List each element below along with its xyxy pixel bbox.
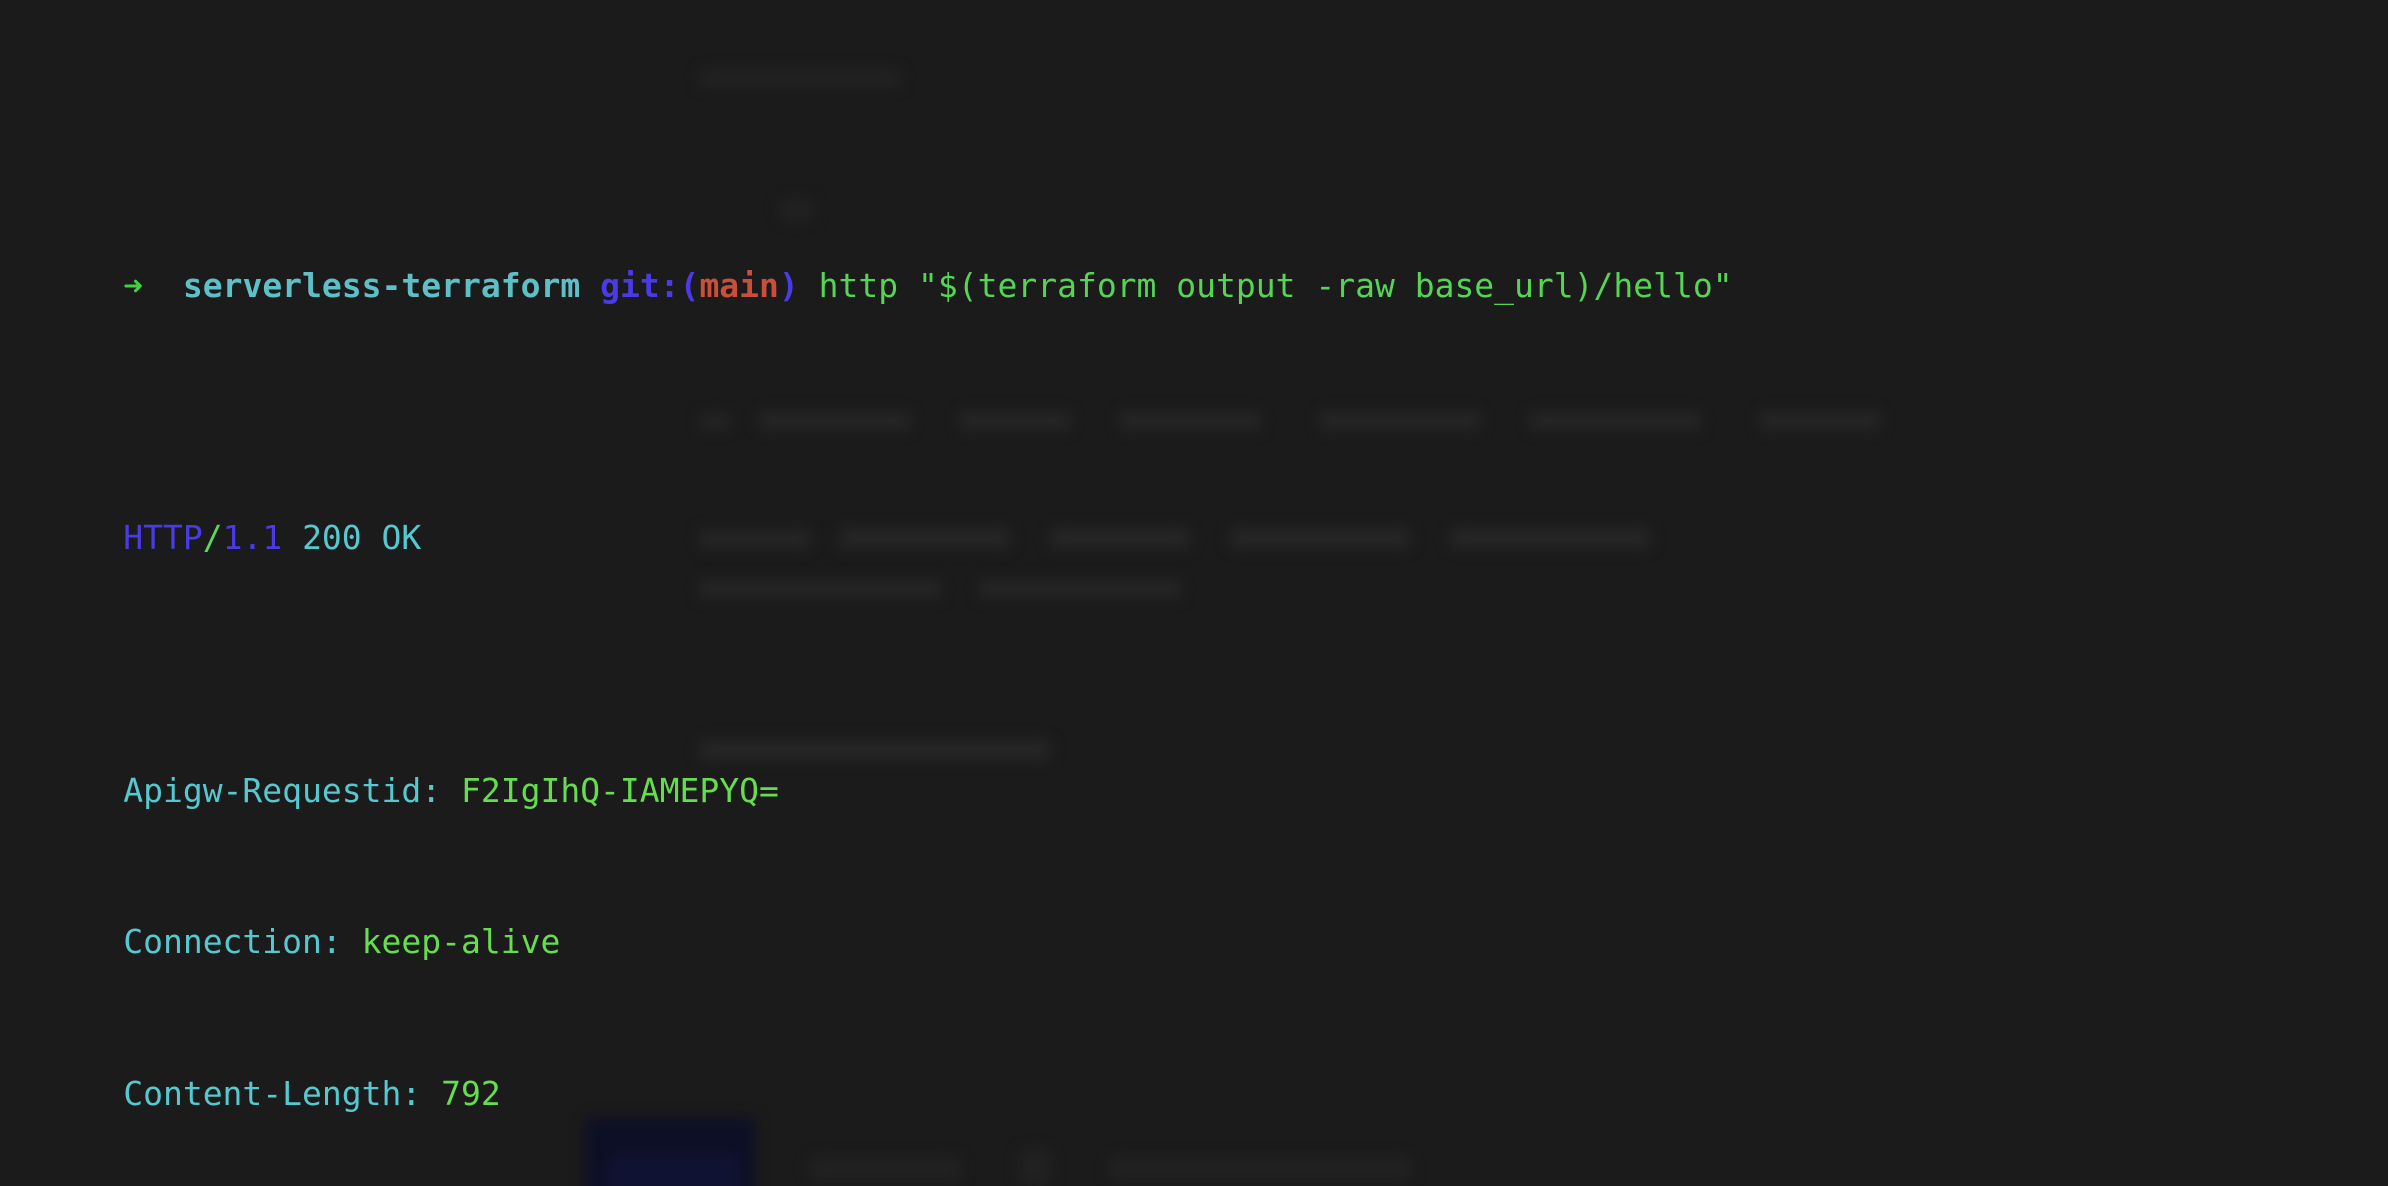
http-status-code: 200 OK [302, 518, 422, 557]
header-row-content-type: Content-Type: text/plain; charset=utf-8 [4, 1170, 2388, 1186]
header-name: Content-Length: [123, 1073, 422, 1113]
http-status-line: HTTP/1.1 200 OK [4, 463, 2388, 557]
prompt-line: ➜ serverless-terraform git:(main) http "… [4, 210, 2388, 305]
prompt-branch-open-paren: ( [679, 265, 700, 305]
header-row-connection: Connection: keep-alive [4, 867, 2388, 961]
http-version: 1.1 [222, 518, 283, 557]
terminal-screen: ➜ serverless-terraform git:(main) http "… [0, 0, 2388, 1186]
header-row-apigw-requestid: Apigw-Requestid: F2IgIhQ-IAMEPYQ= [4, 715, 2388, 810]
http-protocol: HTTP [123, 518, 203, 557]
prompt-git-branch: main [699, 265, 779, 305]
prompt-git-label: git: [600, 265, 680, 305]
prompt-directory: serverless-terraform [182, 265, 581, 305]
http-slash: / [202, 518, 223, 557]
header-name: Connection: [123, 922, 342, 961]
prompt-arrow-icon: ➜ [123, 265, 144, 305]
header-value: keep-alive [361, 922, 561, 961]
header-value: F2IgIhQ-IAMEPYQ= [460, 770, 779, 810]
prompt-branch-close-paren: ) [778, 265, 799, 305]
header-value: 792 [441, 1073, 501, 1113]
terminal-window[interactable]: ➜ serverless-terraform git:(main) http "… [0, 0, 2388, 1186]
header-name: Apigw-Requestid: [123, 770, 442, 810]
command-text[interactable]: http "$(terraform output -raw base_url)/… [819, 266, 1733, 305]
header-row-content-length: Content-Length: 792 [4, 1018, 2388, 1113]
